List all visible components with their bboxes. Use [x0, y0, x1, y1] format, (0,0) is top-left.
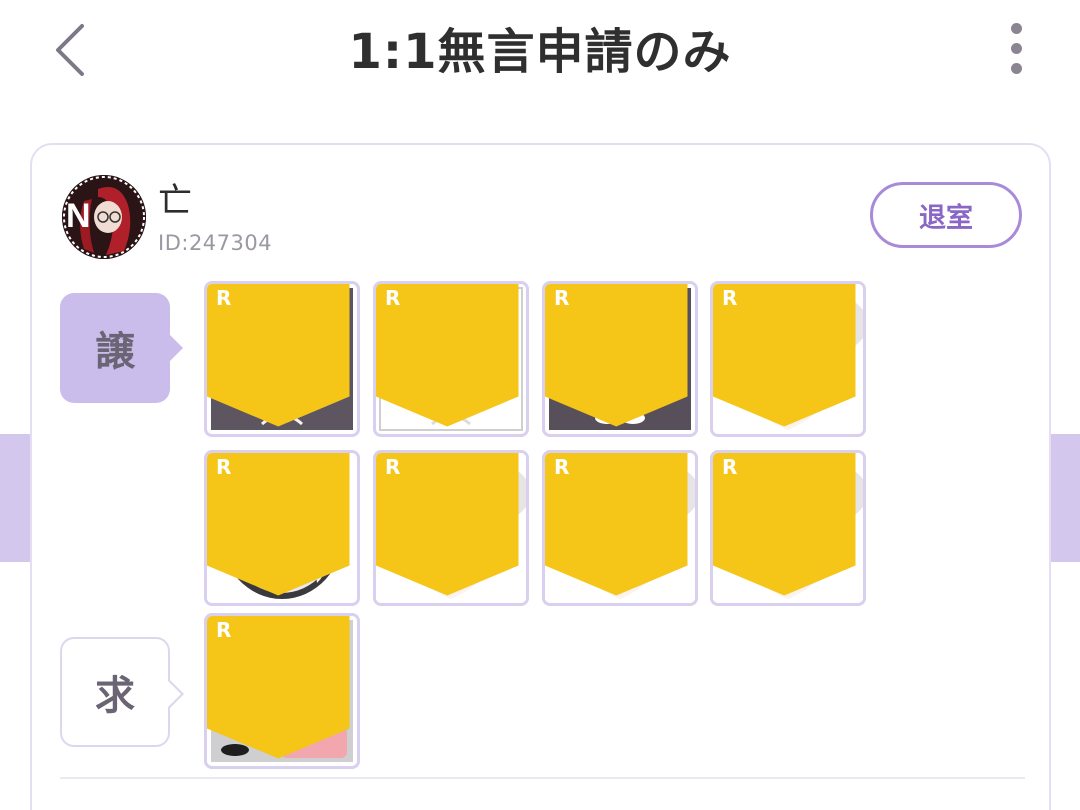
rarity-badge-label: R [722, 455, 738, 479]
rarity-badge-label: R [722, 286, 738, 310]
trade-room-screen: 1:1無言申請のみ N 亡 ID:247304 退室 譲 R R R R R R… [0, 0, 1080, 810]
more-dot-icon [1010, 62, 1022, 74]
give-item[interactable]: R [710, 281, 866, 437]
rarity-badge-label: R [554, 286, 570, 310]
rarity-badge-label: R [216, 286, 232, 310]
user-id: ID:247304 [158, 231, 273, 255]
give-item[interactable]: R [204, 450, 360, 606]
leave-room-button[interactable]: 退室 [870, 182, 1022, 248]
rarity-badge-label: R [385, 286, 401, 310]
give-item[interactable]: R [204, 281, 360, 437]
want-tag-label: 求 [95, 673, 135, 719]
username: 亡 [158, 181, 192, 221]
give-item[interactable]: R [710, 450, 866, 606]
give-item[interactable]: R [373, 281, 529, 437]
give-item[interactable]: R [542, 281, 698, 437]
give-item[interactable]: R [373, 450, 529, 606]
divider [60, 777, 1025, 779]
give-tag-label: 譲 [95, 329, 135, 375]
more-dot-icon [1010, 22, 1022, 34]
give-tag: 譲 [60, 293, 183, 403]
user-avatar-icon: N [62, 175, 146, 259]
want-item[interactable]: R [204, 613, 360, 769]
rarity-badge-label: R [216, 455, 232, 479]
svg-text:N: N [66, 197, 91, 235]
rarity-badge-label: R [385, 455, 401, 479]
rarity-badge-label: R [554, 455, 570, 479]
rarity-badge-label: R [216, 618, 232, 642]
give-item[interactable]: R [542, 450, 698, 606]
want-tag: 求 [60, 637, 184, 747]
trade-card: N 亡 ID:247304 退室 譲 R R R R R R R R 求 R [30, 143, 1051, 810]
more-dot-icon [1010, 42, 1022, 54]
page-title: 1:1無言申請のみ [348, 24, 732, 80]
avatar[interactable]: N [62, 175, 146, 259]
more-options-button[interactable] [996, 16, 1036, 80]
